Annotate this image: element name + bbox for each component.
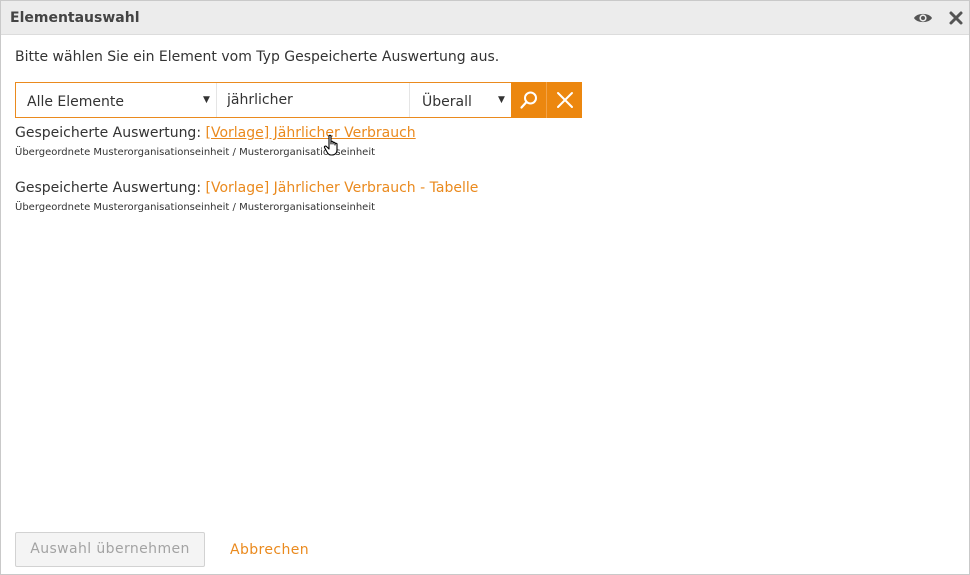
result-item: Gespeicherte Auswertung: [Vorlage] Jährl…	[15, 180, 478, 213]
location-select-value: Überall	[422, 94, 472, 110]
result-path: Übergeordnete Musterorganisationseinheit…	[15, 147, 376, 158]
result-item: Gespeicherte Auswertung: [Vorlage] Jährl…	[15, 125, 416, 158]
search-icon	[520, 91, 537, 109]
dialog-title: Elementauswahl	[10, 10, 140, 26]
result-link[interactable]: [Vorlage] Jährlicher Verbrauch - Tabelle	[206, 180, 479, 196]
location-select[interactable]: Überall ▼	[411, 83, 511, 117]
hand-cursor-icon	[323, 134, 338, 156]
result-type-label: Gespeicherte Auswertung:	[15, 125, 206, 141]
apply-selection-button[interactable]: Auswahl übernehmen	[15, 532, 205, 567]
result-type-label: Gespeicherte Auswertung:	[15, 180, 206, 196]
search-button[interactable]	[511, 82, 547, 118]
result-link[interactable]: [Vorlage] Jährlicher Verbrauch	[206, 125, 416, 141]
scope-select-value: Alle Elemente	[27, 94, 124, 110]
element-selection-dialog: Elementauswahl Bitte wählen Sie ein Elem…	[0, 0, 970, 575]
eye-icon[interactable]	[913, 10, 933, 24]
instruction-text: Bitte wählen Sie ein Element vom Typ Ges…	[15, 49, 500, 65]
scope-select[interactable]: Alle Elemente ▼	[16, 83, 217, 117]
search-input[interactable]	[217, 83, 410, 117]
clear-search-button[interactable]	[547, 82, 582, 118]
dialog-titlebar: Elementauswahl	[1, 1, 969, 35]
chevron-down-icon: ▼	[498, 95, 505, 105]
cancel-button[interactable]: Abbrechen	[230, 542, 309, 558]
close-icon[interactable]	[948, 10, 964, 26]
chevron-down-icon: ▼	[203, 95, 210, 105]
clear-icon	[557, 92, 573, 108]
search-bar: Alle Elemente ▼ Überall ▼	[15, 82, 582, 118]
result-path: Übergeordnete Musterorganisationseinheit…	[15, 202, 376, 213]
